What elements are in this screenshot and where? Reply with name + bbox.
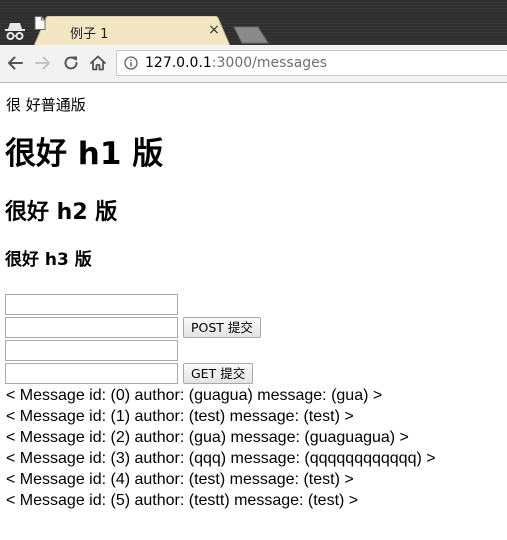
get-message-input[interactable] [5,363,178,384]
plain-text: 很 好普通版 [6,96,86,114]
heading-h3: 很好 h3 版 [5,250,92,270]
browser-toolbar: 127.0.0.1:3000/messages [0,45,507,83]
post-submit-button[interactable]: POST 提交 [183,317,261,338]
new-tab-button[interactable] [232,26,270,44]
tab-strip: 例子 1 × [0,0,507,45]
tab-title: 例子 1 [70,27,109,42]
post-author-input[interactable] [5,294,178,315]
message-item: < Message id: (4) author: (test) message… [6,471,354,488]
post-message-input[interactable] [5,317,178,338]
info-icon[interactable] [124,56,138,70]
back-arrow-icon[interactable] [5,53,25,73]
tab-active[interactable]: 例子 1 × [34,16,230,45]
get-author-input[interactable] [5,340,178,361]
message-item: < Message id: (3) author: (qqq) message:… [6,450,436,467]
heading-h1: 很好 h1 版 [5,136,164,172]
get-submit-button[interactable]: GET 提交 [183,363,254,384]
reload-icon[interactable] [61,53,81,73]
message-item: < Message id: (1) author: (test) message… [6,408,354,425]
heading-h2: 很好 h2 版 [5,200,118,225]
forward-arrow-icon[interactable] [33,53,53,73]
address-bar[interactable]: 127.0.0.1:3000/messages [116,50,507,76]
home-icon[interactable] [88,53,108,73]
tab-close-icon[interactable]: × [206,22,222,38]
page-content: 很 好普通版 很好 h1 版 很好 h2 版 很好 h3 版 POST 提交 G… [0,83,507,540]
message-item: < Message id: (2) author: (gua) message:… [6,429,409,446]
url-host: 127.0.0.1 [145,55,212,71]
page-icon [34,16,46,30]
incognito-icon [5,23,25,40]
message-item: < Message id: (0) author: (guagua) messa… [6,387,383,404]
url-text[interactable]: 127.0.0.1:3000/messages [145,55,327,72]
message-list: < Message id: (0) author: (guagua) messa… [6,385,436,511]
browser-window: 例子 1 × 127.0.0.1:3000/messages 很 好普通版 很好… [0,0,507,540]
message-item: < Message id: (5) author: (testt) messag… [6,492,359,509]
url-path: :3000/messages [211,55,328,71]
